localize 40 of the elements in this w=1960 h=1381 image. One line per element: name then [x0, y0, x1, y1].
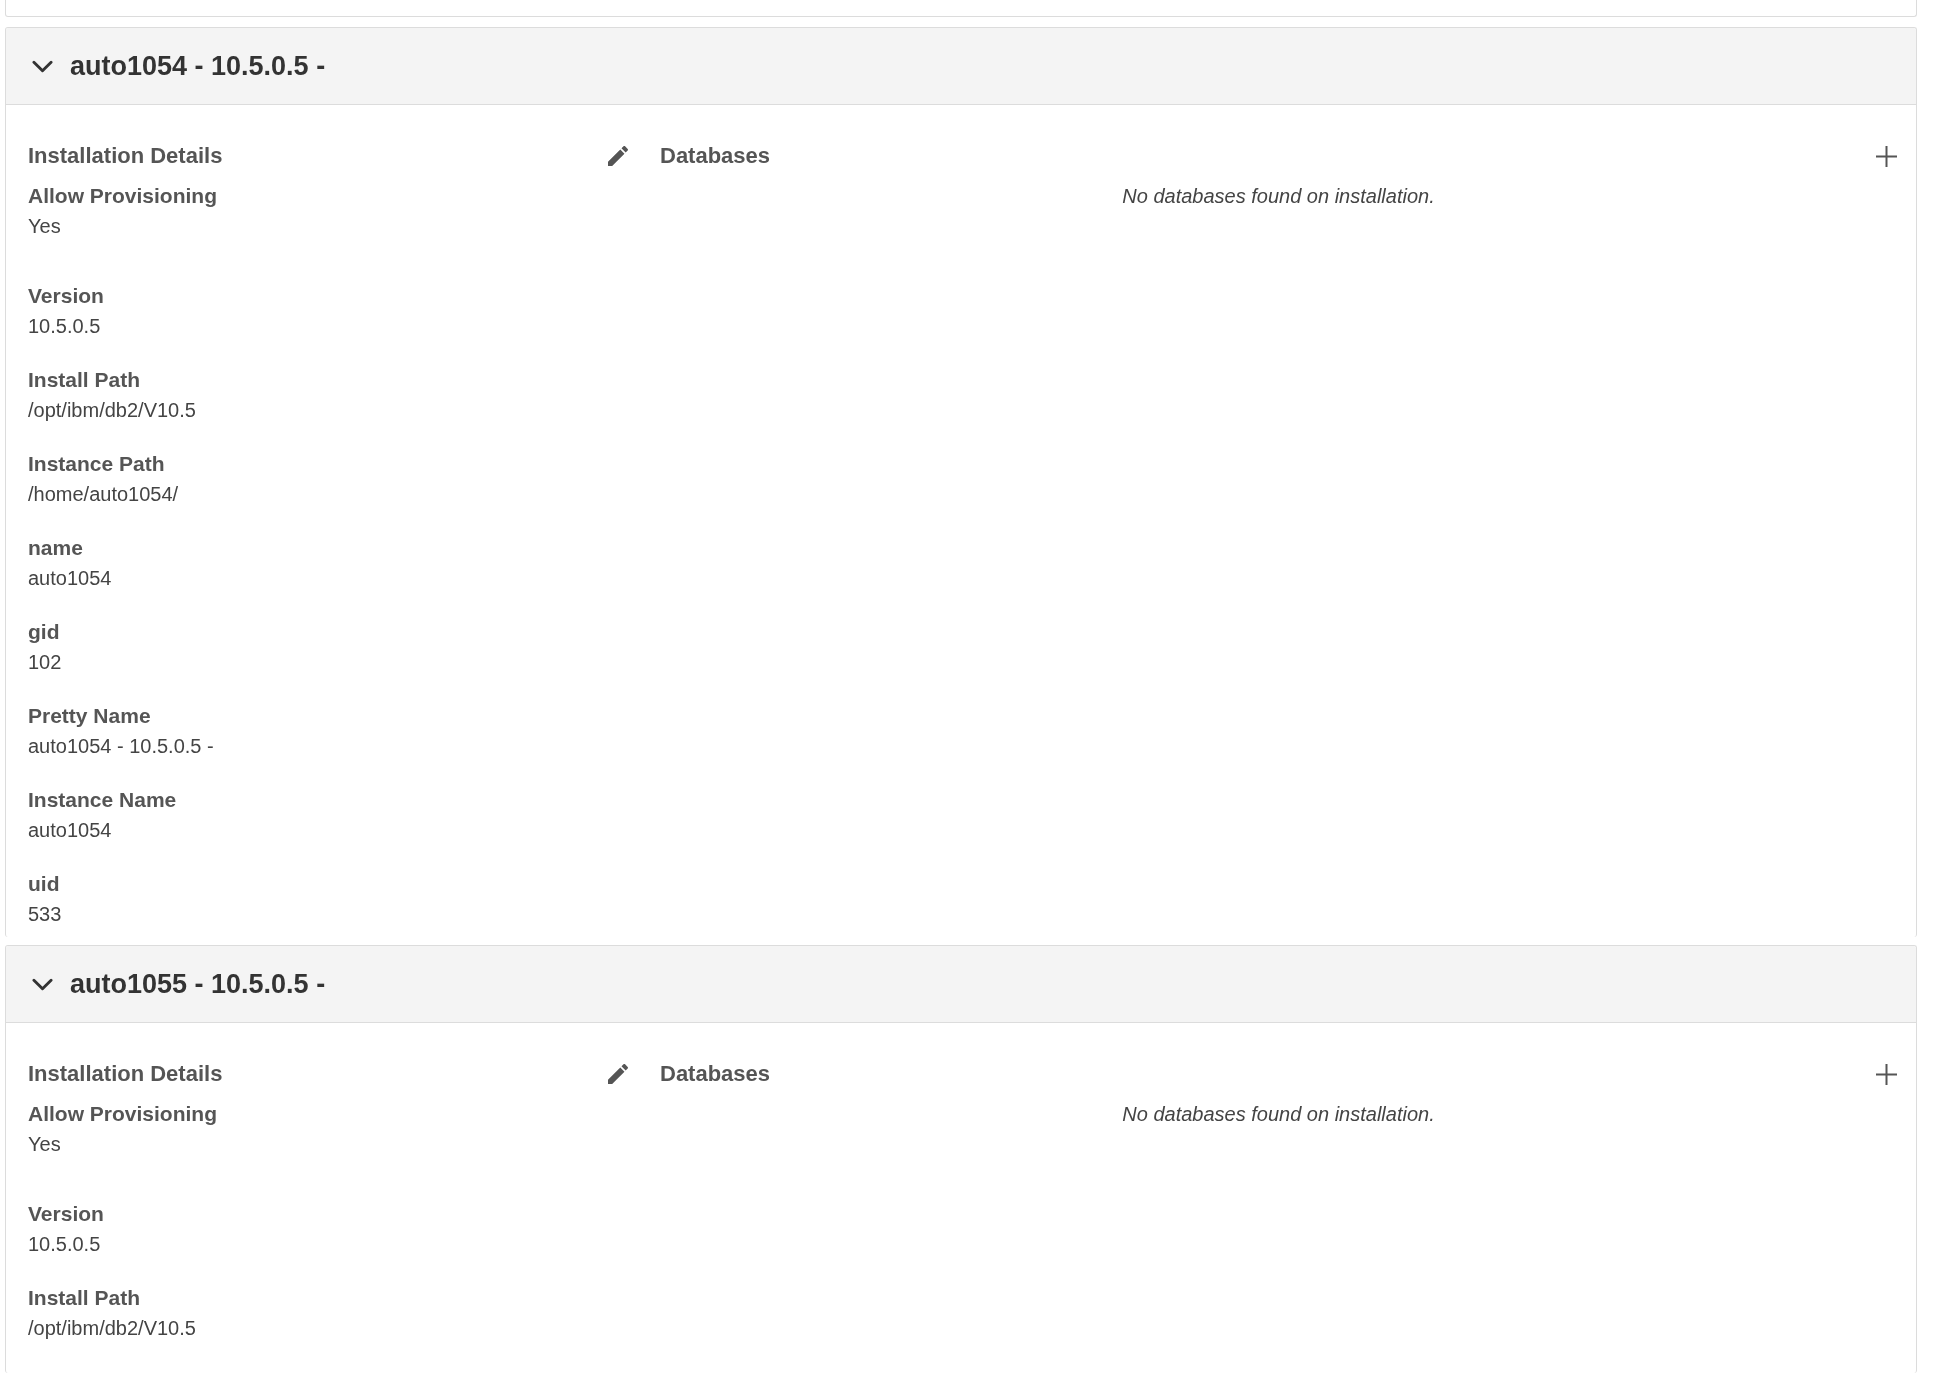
- empty-message: No databases found on installation.: [1121, 1102, 1436, 1128]
- panel-header[interactable]: auto1055 - 10.5.0.5 -: [6, 946, 1916, 1024]
- field-value: 102: [28, 650, 63, 675]
- pencil-icon: [608, 1064, 628, 1085]
- field-label: Install Path: [28, 367, 142, 393]
- section-heading: Installation Details: [28, 142, 223, 170]
- field-value: 10.5.0.5: [28, 1232, 102, 1258]
- field-label: Allow Provisioning: [28, 1101, 218, 1128]
- field-label: Pretty Name: [28, 703, 152, 729]
- plus-icon: [1876, 145, 1897, 167]
- field-value: Yes: [28, 1132, 62, 1158]
- section-heading: Databases: [660, 142, 771, 170]
- field-value: Yes: [28, 214, 62, 239]
- edit-button[interactable]: [608, 1064, 628, 1085]
- plus-icon: [1876, 1063, 1897, 1085]
- field-label: Version: [28, 1201, 105, 1228]
- field-label: Install Path: [28, 1285, 142, 1312]
- field-label: Version: [28, 283, 105, 309]
- edit-button[interactable]: [608, 146, 628, 166]
- field-label: Allow Provisioning: [28, 183, 218, 209]
- field-label: Instance Name: [28, 787, 178, 813]
- field-value: /opt/ibm/db2/V10.5: [28, 1316, 197, 1342]
- field-value: auto1054: [28, 566, 113, 591]
- section-heading: Databases: [660, 1060, 771, 1089]
- field-label: gid: [28, 619, 61, 645]
- field-label: uid: [28, 871, 61, 897]
- field-value: 10.5.0.5: [28, 314, 102, 339]
- pencil-icon: [608, 146, 628, 166]
- panel-header[interactable]: auto1054 - 10.5.0.5 -: [6, 28, 1916, 105]
- add-button[interactable]: [1876, 145, 1897, 167]
- field-value: auto1054 - 10.5.0.5 -: [28, 734, 215, 759]
- field-label: Instance Path: [28, 451, 166, 477]
- field-value: /home/auto1054/: [28, 482, 180, 507]
- field-value: auto1054: [28, 818, 113, 843]
- add-button[interactable]: [1876, 1063, 1897, 1085]
- empty-message: No databases found on installation.: [1121, 184, 1436, 209]
- section-heading: Installation Details: [28, 1060, 223, 1089]
- field-value: 533: [28, 902, 63, 927]
- field-label: name: [28, 535, 84, 561]
- field-value: /opt/ibm/db2/V10.5: [28, 398, 197, 423]
